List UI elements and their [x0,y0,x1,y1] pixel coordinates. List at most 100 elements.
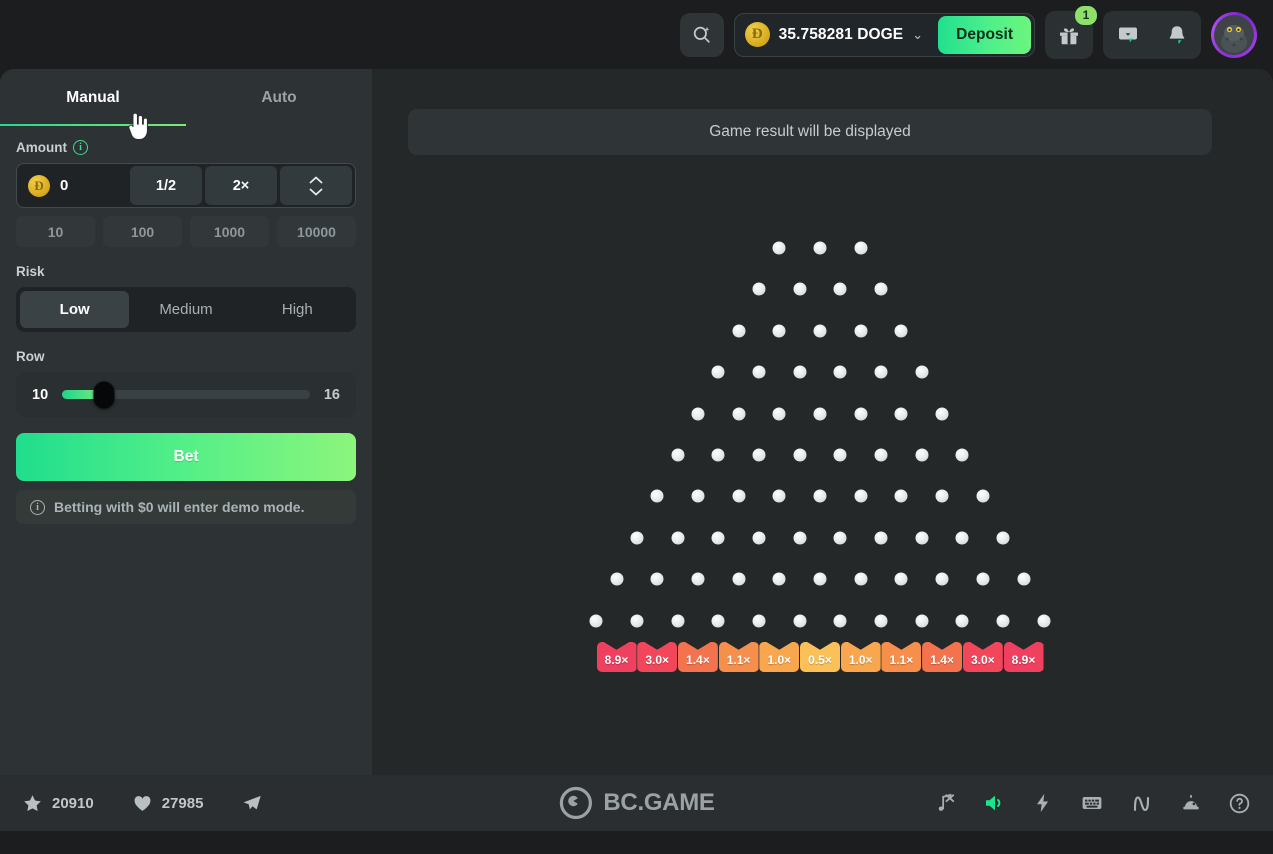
plinko-peg [813,324,827,338]
row-label-text: Row [16,349,45,364]
plinko-peg [854,241,868,255]
telegram-send-icon [244,795,262,810]
wallet-balance: 35.758281 DOGE [778,25,904,43]
keyboard-icon[interactable] [1080,791,1104,815]
share-button[interactable] [241,792,263,814]
plinko-peg [732,324,746,338]
amount-double-button[interactable]: 2× [205,166,277,205]
mode-tabs: Manual Auto [0,69,372,126]
plinko-peg [793,365,807,379]
heart-icon [134,795,151,811]
bet-button[interactable]: Bet [16,433,356,481]
plinko-peg [854,407,868,421]
plinko-peg [793,614,807,628]
row-slider[interactable]: 10 16 [16,372,356,417]
quick-amount-10000[interactable]: 10000 [277,216,356,247]
search-sparkle-icon [693,26,710,43]
help-icon[interactable] [1228,792,1251,815]
amount-input[interactable]: Ð 0 [17,174,130,197]
multiplier-bucket[interactable]: 1.0× [840,642,881,672]
avatar[interactable] [1211,11,1257,58]
row-section-label: Row [16,349,356,364]
chat-button[interactable] [1103,11,1152,59]
plinko-peg [671,531,685,545]
multiplier-bucket[interactable]: 1.0× [759,642,800,672]
quick-amount-1000[interactable]: 1000 [190,216,269,247]
multiplier-bucket[interactable]: 3.0× [637,642,678,672]
multiplier-bucket[interactable]: 8.9× [596,642,637,672]
plinko-peg [813,572,827,586]
quick-amount-100[interactable]: 100 [103,216,182,247]
slider-thumb[interactable] [93,381,114,408]
plinko-peg [752,365,766,379]
chevron-down-icon[interactable] [309,188,323,196]
plinko-peg [833,448,847,462]
plinko-peg [955,531,969,545]
chevron-down-icon[interactable]: ⌄ [912,27,923,43]
plinko-peg [610,572,623,586]
info-icon[interactable]: i [73,140,88,155]
wallet-selector[interactable]: Ð 35.758281 DOGE ⌄ Deposit [733,12,1035,57]
top-bar: Ð 35.758281 DOGE ⌄ Deposit 1 [0,0,1273,69]
plinko-peg [874,282,888,296]
amount-stepper[interactable] [280,166,352,205]
plinko-peg [854,324,868,338]
game-area: Game result will be displayed 8.9× 3.0× 1.… [372,69,1273,775]
amount-half-button[interactable]: 1/2 [130,166,202,205]
multiplier-bucket[interactable]: 8.9× [1003,642,1044,672]
gift-icon [1060,27,1078,44]
tab-auto[interactable]: Auto [186,69,372,126]
quick-amount-10[interactable]: 10 [16,216,95,247]
plinko-peg [793,282,807,296]
tab-manual[interactable]: Manual [0,69,186,126]
row-min-value: 10 [32,386,49,403]
likes-stat[interactable]: 27985 [132,793,204,814]
crocodile-avatar-icon [1221,24,1247,53]
multiplier-bucket[interactable]: 3.0× [962,642,1003,672]
multiplier-bucket[interactable]: 0.5× [800,642,840,672]
helmet-icon[interactable] [1180,792,1202,814]
favorites-stat[interactable]: 20910 [22,793,94,814]
plinko-peg [772,324,786,338]
risk-section-label: Risk [16,264,356,279]
plinko-board[interactable]: 8.9× 3.0× 1.4× 1.1× 1.0× 0.5× 1.0× 1.1× 1.4× 3.0×… [372,69,1273,775]
bcgame-logo-icon [559,786,592,820]
risk-option-low[interactable]: Low [20,291,130,328]
amount-quick-row: 10 100 1000 10000 [16,216,356,247]
gift-button[interactable]: 1 [1045,5,1097,59]
plinko-peg [1037,614,1051,628]
risk-option-medium[interactable]: Medium [131,291,240,328]
likes-count: 27985 [161,794,204,812]
risk-option-high[interactable]: High [243,291,352,328]
lightning-icon[interactable] [1032,792,1054,814]
plinko-peg [915,614,929,628]
sound-on-icon[interactable] [982,791,1006,815]
bet-panel: Manual Auto Amount i Ð 0 1/2 2× 10 100 1… [0,69,372,775]
plinko-peg [915,365,929,379]
chevron-up-icon[interactable] [309,176,323,184]
plinko-peg [935,407,949,421]
multiplier-bucket[interactable]: 1.4× [677,642,718,672]
notifications-button[interactable] [1152,11,1201,59]
multiplier-bucket[interactable]: 1.4× [922,642,963,672]
plinko-peg [874,531,888,545]
multiplier-bucket[interactable]: 1.1× [881,642,922,672]
plinko-peg [894,489,908,503]
search-button[interactable] [679,12,724,57]
plinko-peg [732,572,746,586]
plinko-peg [691,489,705,503]
plinko-peg [711,531,725,545]
plinko-peg [711,614,725,628]
plinko-peg [650,572,664,586]
plinko-peg [894,407,908,421]
plinko-peg [833,365,847,379]
deposit-button[interactable]: Deposit [938,15,1031,54]
curve-chart-icon[interactable] [1130,791,1154,815]
multiplier-bucket[interactable]: 1.1× [718,642,759,672]
plinko-peg [833,614,847,628]
doge-coin-icon: Ð [744,22,770,47]
slider-track[interactable] [62,381,310,408]
plinko-peg [732,407,746,421]
music-off-icon[interactable] [934,792,956,814]
favorites-count: 20910 [52,794,94,812]
